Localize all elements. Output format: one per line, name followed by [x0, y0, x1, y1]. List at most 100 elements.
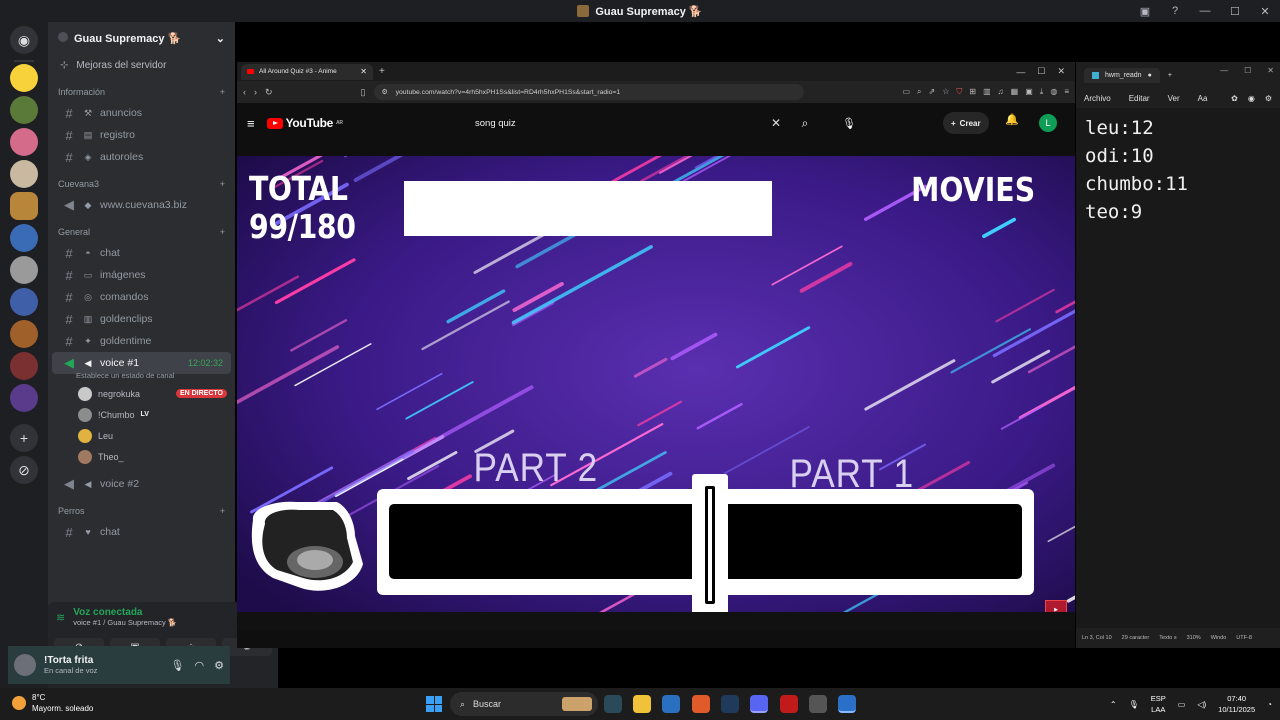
server-folder-icon[interactable]	[10, 352, 38, 380]
voice-user[interactable]: Leu	[48, 425, 235, 446]
app-red-icon[interactable]	[780, 695, 798, 713]
headphones-icon[interactable]: ◠	[195, 659, 205, 672]
channel-autoroles[interactable]: # ◈ autoroles	[52, 146, 231, 168]
channel-comandos[interactable]: # ◎ comandos	[52, 286, 231, 308]
account-icon[interactable]: ◉	[1248, 94, 1255, 103]
server-icon-3[interactable]	[10, 128, 38, 156]
music-icon[interactable]: ♫	[998, 87, 1004, 97]
server-icon-6[interactable]	[10, 224, 38, 252]
downloads-icon[interactable]: ⤓	[1040, 87, 1044, 97]
add-channel-icon[interactable]: +	[220, 506, 225, 516]
notepad-taskbar-icon[interactable]	[838, 695, 856, 713]
url-field[interactable]: ⚙ youtube.com/watch?v=4rh5hxPH1Ss&list=RD…	[373, 84, 804, 100]
cast-icon[interactable]: ▭	[902, 87, 910, 97]
discord-home-icon[interactable]: ◉	[10, 26, 38, 54]
close-tab-icon[interactable]: ✕	[360, 67, 367, 76]
add-channel-icon[interactable]: +	[220, 87, 225, 97]
new-tab-button[interactable]: +	[379, 66, 385, 77]
browser-tab[interactable]: All Around Quiz #3 - Anime ✕	[241, 63, 373, 80]
voice-user[interactable]: Theo_	[48, 446, 235, 467]
category-perros[interactable]: Perros +	[48, 501, 235, 521]
microphone-icon[interactable]: 🎙	[1129, 700, 1139, 709]
panel-icon[interactable]: ▦	[1011, 87, 1019, 97]
server-emoji-icon[interactable]	[10, 64, 38, 92]
maximize-button[interactable]: ☐	[1037, 66, 1045, 77]
maximize-button[interactable]: ☐	[1244, 66, 1251, 75]
category-informacion[interactable]: Información +	[48, 82, 235, 102]
avatar[interactable]: L	[1039, 114, 1057, 132]
store-icon[interactable]	[662, 695, 680, 713]
unsaved-dot-icon[interactable]: ●	[1148, 72, 1152, 79]
add-server-icon[interactable]: +	[10, 424, 38, 452]
network-icon[interactable]: ▭	[1178, 700, 1186, 709]
search-input[interactable]: song quiz ✕	[465, 111, 795, 135]
extension-icon[interactable]: ⊞	[969, 87, 976, 97]
new-tab-button[interactable]: +	[1168, 72, 1172, 79]
channel-anuncios[interactable]: # ⚒ anuncios	[52, 102, 231, 124]
brave-icon[interactable]	[692, 695, 710, 713]
windows-start-icon[interactable]	[426, 696, 442, 712]
channel-goldenclips[interactable]: # ▥ goldenclips	[52, 308, 231, 330]
server-icon-4[interactable]	[10, 160, 38, 188]
voice-connected-channel[interactable]: voice #1 / Guau Supremacy 🐕	[73, 618, 177, 627]
wallet-icon[interactable]: ▣	[1025, 87, 1033, 97]
close-button[interactable]: ✕	[1057, 66, 1065, 77]
menu-ver[interactable]: Ver	[1168, 94, 1180, 103]
menu-editar[interactable]: Editar	[1129, 94, 1150, 103]
clock[interactable]: 07:40 10/11/2025	[1218, 693, 1255, 715]
server-icon-9[interactable]	[10, 320, 38, 348]
back-icon[interactable]: ‹	[243, 87, 246, 97]
encoding[interactable]: UTF-8	[1236, 635, 1252, 641]
channel-cuevana[interactable]: ◀ ◆ www.cuevana3.biz	[52, 194, 231, 216]
voice-channel-2[interactable]: ◀ ◀ voice #2	[52, 473, 231, 495]
server-icon-2[interactable]	[10, 96, 38, 124]
add-channel-icon[interactable]: +	[220, 227, 225, 237]
notepad-text-area[interactable]: leu:12 odi:10 chumbo:11 teo:9	[1076, 108, 1280, 628]
add-channel-icon[interactable]: +	[220, 179, 225, 189]
discord-icon[interactable]	[750, 695, 768, 713]
signal-icon[interactable]: ≋	[56, 611, 65, 624]
category-cuevana3[interactable]: Cuevana3 +	[48, 174, 235, 194]
zoom-level[interactable]: 310%	[1187, 635, 1201, 641]
close-button[interactable]: ✕	[1250, 5, 1280, 18]
server-icon-7[interactable]	[10, 256, 38, 284]
create-button[interactable]: + Crear	[943, 112, 989, 134]
notifications-bell-icon[interactable]: 🔔	[1005, 113, 1019, 126]
server-icon-guau[interactable]	[10, 192, 38, 220]
task-view-icon[interactable]	[604, 695, 622, 713]
help-icon[interactable]: ?	[1160, 5, 1190, 17]
user-name[interactable]: !Torta frita	[44, 655, 97, 666]
channel-status-prompt[interactable]: Establece un estado de canal	[48, 371, 235, 383]
youtube-logo[interactable]: YouTube AR	[266, 116, 343, 130]
server-boost-link[interactable]: ⊹ Mejoras del servidor	[48, 54, 235, 76]
volume-icon[interactable]: ◁)	[1197, 700, 1206, 709]
microphone-icon[interactable]: 🎙	[171, 659, 185, 672]
star-icon[interactable]: ☆	[942, 87, 949, 97]
voice-user[interactable]: negrokuka EN DIRECTO	[48, 383, 235, 404]
server-icon-8[interactable]	[10, 288, 38, 316]
maximize-button[interactable]: ☐	[1220, 5, 1250, 18]
server-header[interactable]: Guau Supremacy 🐕 ⌄	[48, 22, 235, 54]
channel-goldentime[interactable]: # ✦ goldentime	[52, 330, 231, 352]
weather-widget[interactable]: 8°C Mayorm. soleado	[12, 692, 93, 714]
share-icon[interactable]: ⇗	[929, 87, 936, 97]
reload-icon[interactable]: ↻	[265, 87, 273, 98]
inbox-icon[interactable]: ▣	[1130, 5, 1160, 18]
channel-registro[interactable]: # ▤ registro	[52, 124, 231, 146]
minimize-button[interactable]: —	[1220, 66, 1228, 75]
menu-icon[interactable]: ≡	[1064, 87, 1069, 97]
chevron-down-icon[interactable]: ⌄	[216, 32, 225, 45]
formatting-icon[interactable]: Aa	[1198, 94, 1208, 103]
text-format[interactable]: Texto s	[1159, 635, 1176, 641]
discover-icon[interactable]: ⊘	[10, 456, 38, 484]
notepad-tab[interactable]: hwm_readn ●	[1084, 67, 1160, 83]
input-language[interactable]: ESP LAA	[1151, 693, 1166, 715]
minimize-button[interactable]: —	[1016, 67, 1025, 77]
vpn-icon[interactable]: ◍	[1050, 87, 1057, 97]
channel-imagenes[interactable]: # ▭ imágenes	[52, 264, 231, 286]
avatar[interactable]	[14, 654, 36, 676]
hamburger-menu-icon[interactable]: ≡	[247, 116, 255, 131]
notifications-icon[interactable]: ◔	[1267, 700, 1272, 709]
brave-shield-icon[interactable]: ⛉	[956, 87, 962, 97]
menu-archivo[interactable]: Archivo	[1084, 94, 1111, 103]
